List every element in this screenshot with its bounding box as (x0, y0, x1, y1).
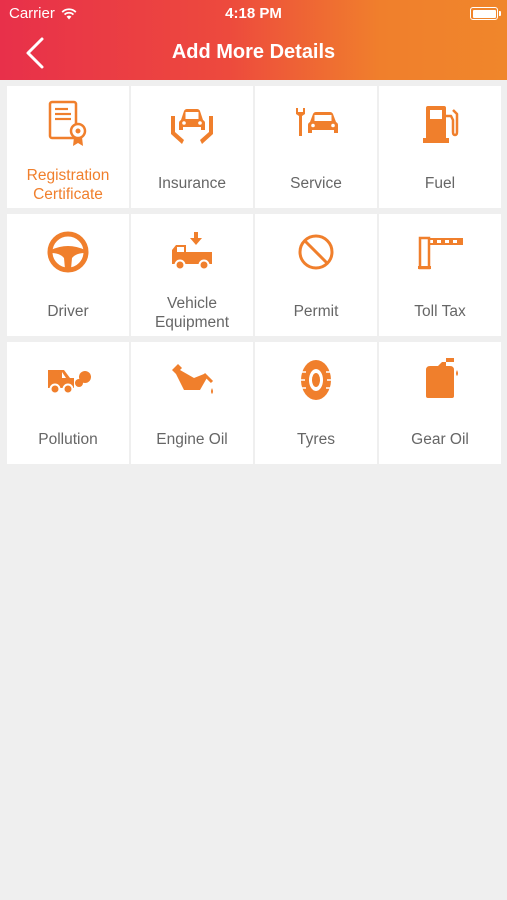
tile-registration-certificate[interactable]: Registration Certificate (7, 86, 129, 208)
tow-truck-icon (172, 232, 212, 271)
status-bar: Carrier 4:18 PM (0, 0, 507, 28)
oil-can-icon (172, 364, 214, 394)
header-bar: Carrier 4:18 PM Add More Details (0, 0, 507, 80)
tile-engine-oil[interactable]: Engine Oil (131, 342, 253, 464)
tile-label: Pollution (38, 431, 98, 448)
tile-vehicle-equipment[interactable]: Vehicle Equipment (131, 214, 253, 336)
car-service-icon (296, 108, 338, 136)
tile-label: Driver (47, 303, 89, 320)
tile-label: Toll Tax (414, 303, 466, 320)
page-title: Add More Details (171, 41, 336, 63)
tile-label: Insurance (157, 175, 227, 192)
tile-label: Fuel (424, 175, 456, 192)
tile-label: Permit (293, 303, 339, 320)
tile-pollution[interactable]: Pollution (7, 342, 129, 464)
tile-fuel[interactable]: Fuel (379, 86, 501, 208)
tile-service[interactable]: Service (255, 86, 377, 208)
tile-permit[interactable]: Permit (255, 214, 377, 336)
oil-jerrycan-icon (426, 358, 458, 398)
certificate-icon (48, 100, 87, 146)
battery-icon (470, 7, 501, 20)
car-exhaust-icon (48, 370, 91, 395)
fuel-pump-icon (423, 106, 459, 143)
tile-toll-tax[interactable]: Toll Tax (379, 214, 501, 336)
tile-label: Vehicle Equipment (154, 295, 230, 331)
tile-label: Gear Oil (411, 431, 469, 448)
tile-label: Registration Certificate (26, 167, 110, 203)
tile-driver[interactable]: Driver (7, 214, 129, 336)
toll-barrier-icon (418, 236, 463, 270)
status-time: 4:18 PM (225, 5, 282, 22)
tile-tyres[interactable]: Tyres (255, 342, 377, 464)
tile-label: Service (290, 175, 342, 192)
steering-wheel-icon (47, 231, 89, 273)
tile-gear-oil[interactable]: Gear Oil (379, 342, 501, 464)
tile-label: Engine Oil (156, 431, 228, 448)
tile-insurance[interactable]: Insurance (131, 86, 253, 208)
prohibited-icon (298, 234, 334, 270)
tile-label: Tyres (297, 431, 335, 448)
details-grid: Registration Certificate Insurance Servi… (7, 86, 501, 464)
tyre-icon (301, 360, 331, 400)
car-insurance-icon (171, 109, 213, 144)
